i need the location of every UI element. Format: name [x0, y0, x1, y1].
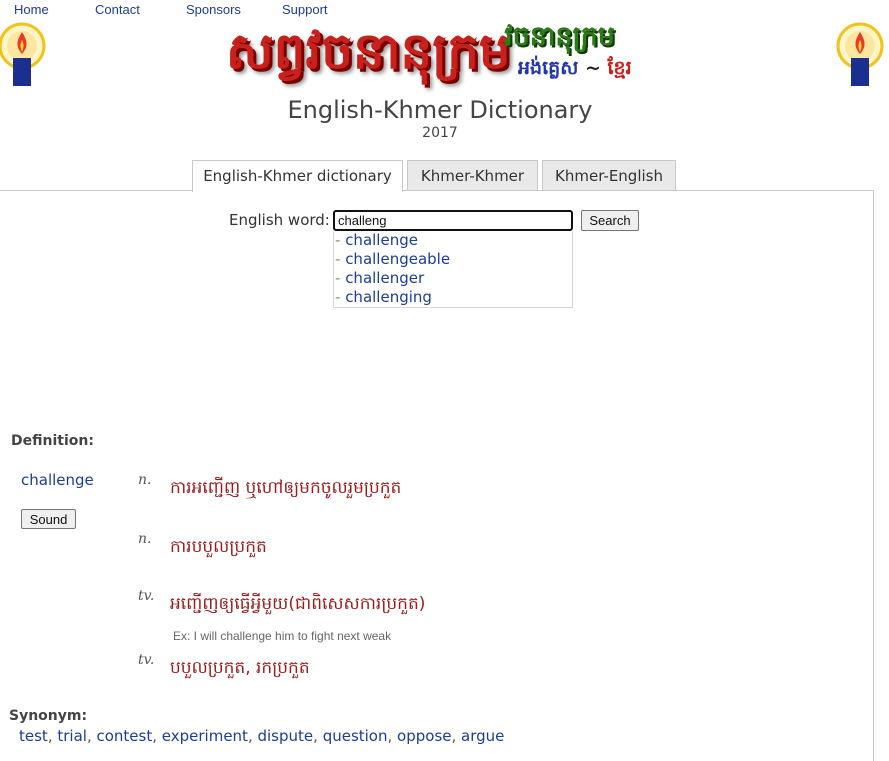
logo-language-pair: អង់គ្លេស ~ ខ្មែរ	[518, 56, 632, 84]
part-of-speech: n.	[138, 472, 152, 488]
suggestion-item[interactable]: - challenge	[334, 231, 572, 250]
example-sentence: Ex: I will challenge him to fight next w…	[173, 629, 392, 643]
synonym-link[interactable]: contest	[96, 727, 152, 745]
top-nav: Home Contact Sponsors Support	[0, 2, 360, 20]
synonym-link[interactable]: argue	[461, 727, 504, 745]
nav-support-link[interactable]: Support	[282, 2, 328, 17]
synonym-link[interactable]: trial	[57, 727, 87, 745]
part-of-speech: n.	[138, 531, 152, 547]
suggestion-list: - challenge - challengeable - challenger…	[333, 231, 573, 308]
logo-subtitle: វចនានុក្រម	[504, 21, 615, 52]
tab-khmer-khmer[interactable]: Khmer-Khmer	[407, 160, 538, 190]
search-input[interactable]	[333, 210, 573, 231]
candle-icon	[836, 22, 884, 86]
search-button[interactable]: Search	[581, 210, 639, 231]
part-of-speech: tv.	[138, 588, 155, 604]
suggestion-item[interactable]: - challengeable	[334, 250, 572, 269]
page-title: English-Khmer Dictionary	[287, 96, 593, 124]
nav-contact-link[interactable]: Contact	[95, 2, 140, 17]
logo-khmer-label: ខ្មែរ	[607, 57, 632, 79]
nav-home-link[interactable]: Home	[14, 2, 49, 17]
definition-meaning: ការបបួលប្រកួត	[170, 537, 267, 557]
synonym-link[interactable]: test	[19, 727, 48, 745]
synonym-link[interactable]: question	[323, 727, 388, 745]
definition-meaning: បបួលប្រកួត, រកប្រកួត	[170, 658, 310, 678]
logo-english-label: អង់គ្លេស	[518, 57, 579, 79]
sound-button[interactable]: Sound	[21, 509, 76, 529]
synonym-list: test, trial, contest, experiment, disput…	[19, 727, 505, 745]
synonym-link[interactable]: oppose	[397, 727, 451, 745]
synonym-link[interactable]: experiment	[162, 727, 248, 745]
part-of-speech: tv.	[138, 652, 155, 668]
site-logo: សព្វវចនានុក្រម	[226, 22, 511, 80]
definition-meaning: អញ្ជើញឲ្យធ្វើអ្វីមួយ(ជាពិសេសការប្រកួត)	[170, 594, 426, 614]
definition-label: Definition:	[11, 433, 94, 449]
tab-english-khmer[interactable]: English-Khmer dictionary	[192, 160, 403, 192]
suggestion-item[interactable]: - challenging	[334, 288, 572, 307]
definition-meaning: ការអញ្ជើញ ឬហៅឲ្យមកចូលរួមប្រកួត	[170, 478, 402, 498]
candle-icon	[0, 22, 46, 86]
suggestion-item[interactable]: - challenger	[334, 269, 572, 288]
headword: challenge	[21, 471, 94, 489]
synonym-link[interactable]: dispute	[257, 727, 313, 745]
synonym-label: Synonym:	[9, 708, 88, 724]
nav-sponsors-link[interactable]: Sponsors	[186, 2, 241, 17]
tab-khmer-english[interactable]: Khmer-English	[542, 160, 676, 190]
logo-separator: ~	[584, 57, 601, 79]
page-year: 2017	[422, 125, 458, 141]
search-label: English word:	[229, 211, 330, 229]
